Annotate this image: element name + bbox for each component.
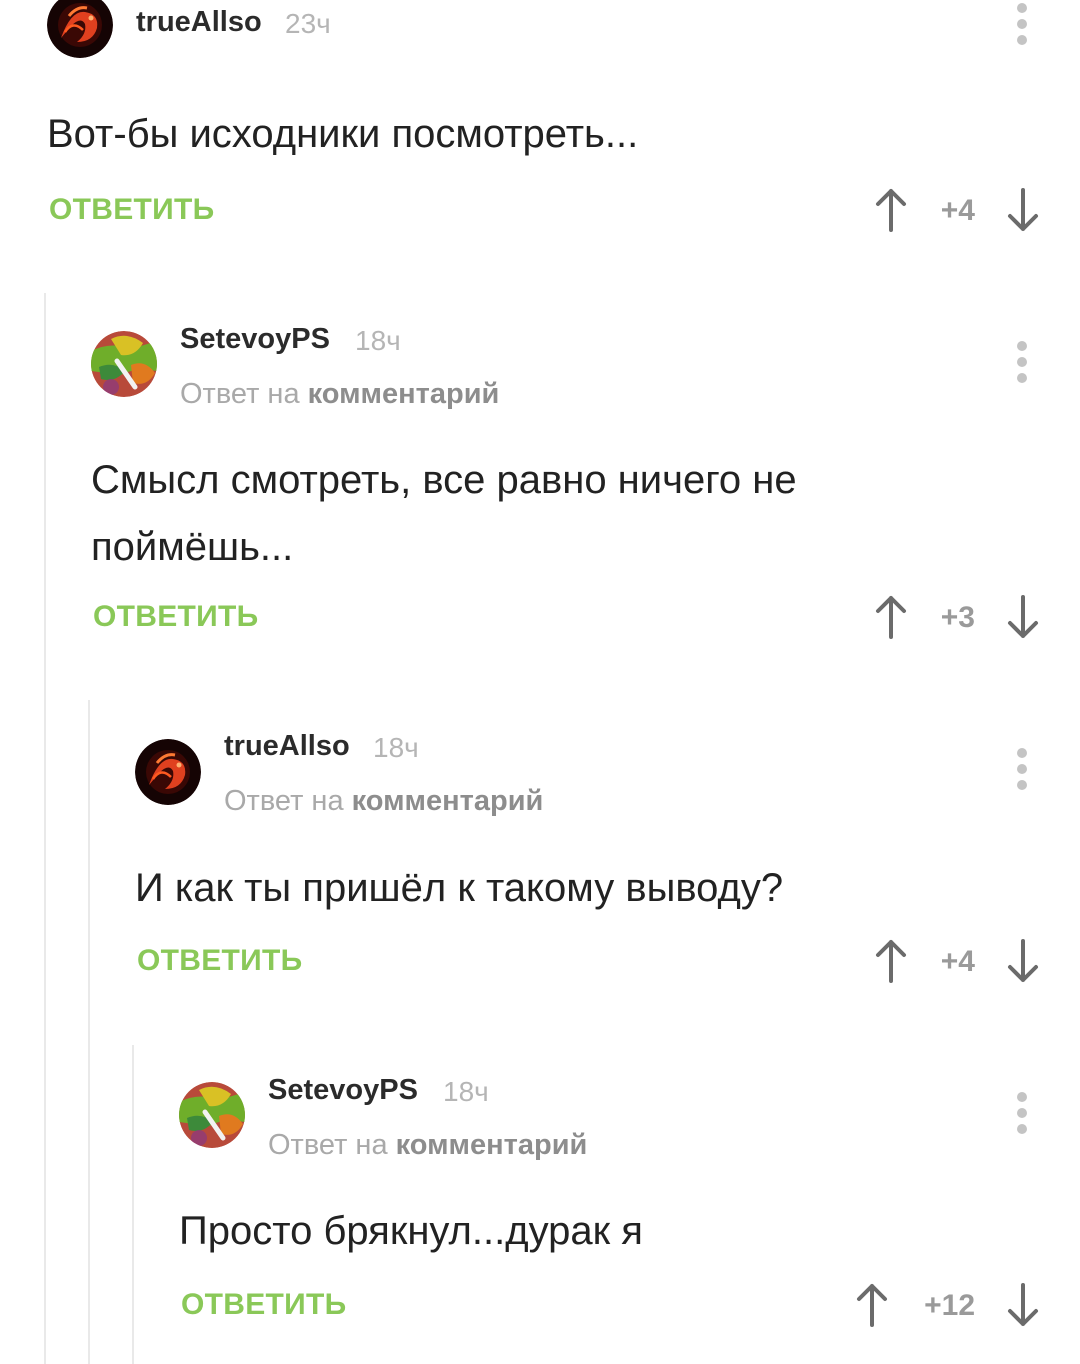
- author-name[interactable]: trueAllso: [136, 6, 262, 39]
- reply-to-prefix: Ответ на: [268, 1129, 388, 1161]
- comment-time: 18ч: [373, 732, 419, 763]
- comment: trueAllso 23ч Вот-бы исходники посмотрет…: [47, 0, 1080, 252]
- thread-line: [132, 1045, 134, 1364]
- comment-text: И как ты пришёл к такому выводу?: [135, 866, 784, 910]
- reply-to-prefix: Ответ на: [224, 785, 344, 817]
- author-name[interactable]: trueAllso: [224, 730, 350, 763]
- arrow-up-icon[interactable]: [875, 595, 907, 639]
- comment: trueAllso 18ч Ответ на комментарий И как…: [135, 730, 1080, 989]
- rating-value: +4: [940, 945, 975, 978]
- comment-text: Вот-бы исходники посмотреть...: [47, 112, 639, 156]
- reply-button[interactable]: ОТВЕТИТЬ: [137, 944, 303, 978]
- reply-button[interactable]: ОТВЕТИТЬ: [93, 600, 259, 634]
- rating-value: +3: [940, 601, 975, 634]
- reply-button[interactable]: ОТВЕТИТЬ: [181, 1288, 347, 1322]
- dragon-avatar-icon[interactable]: [135, 739, 201, 805]
- rating-value: +4: [940, 194, 975, 227]
- more-options-icon[interactable]: [1012, 340, 1032, 384]
- reply-to-link[interactable]: комментарий: [352, 785, 544, 817]
- thread-line: [44, 293, 46, 1364]
- comment-text-line: Смысл смотреть, все равно ничего не: [91, 458, 797, 502]
- comment-time: 18ч: [355, 325, 401, 356]
- arrow-up-icon[interactable]: [875, 188, 907, 232]
- leaf-avatar-icon[interactable]: [179, 1082, 245, 1148]
- reply-to-info: Ответ на комментарий: [180, 378, 499, 411]
- reply-to-link[interactable]: комментарий: [396, 1129, 588, 1161]
- arrow-up-icon[interactable]: [856, 1283, 888, 1327]
- reply-button[interactable]: ОТВЕТИТЬ: [49, 193, 215, 227]
- reply-to-info: Ответ на комментарий: [224, 785, 543, 818]
- comment-time: 23ч: [285, 8, 331, 39]
- author-name[interactable]: SetevoyPS: [268, 1074, 418, 1107]
- arrow-down-icon[interactable]: [1007, 939, 1039, 983]
- arrow-down-icon[interactable]: [1007, 1283, 1039, 1327]
- rating-value: +12: [924, 1289, 975, 1322]
- comment-text: Смысл смотреть, все равно ничего не пойм…: [91, 447, 797, 581]
- comment: SetevoyPS 18ч Ответ на комментарий Прост…: [179, 1074, 1080, 1342]
- leaf-avatar-icon[interactable]: [91, 331, 157, 397]
- dragon-avatar-icon[interactable]: [47, 0, 113, 58]
- arrow-down-icon[interactable]: [1007, 188, 1039, 232]
- comment-text: Просто брякнул...дурак я: [179, 1209, 643, 1253]
- more-options-icon[interactable]: [1012, 1091, 1032, 1135]
- arrow-up-icon[interactable]: [875, 939, 907, 983]
- more-options-icon[interactable]: [1012, 747, 1032, 791]
- thread-line: [88, 700, 90, 1364]
- reply-to-info: Ответ на комментарий: [268, 1129, 587, 1162]
- reply-to-link[interactable]: комментарий: [308, 378, 500, 410]
- comment-text-line: поймёшь...: [91, 525, 294, 569]
- comment-time: 18ч: [443, 1076, 489, 1107]
- reply-to-prefix: Ответ на: [180, 378, 300, 410]
- comment: SetevoyPS 18ч Ответ на комментарий Смысл…: [91, 323, 1080, 639]
- more-options-icon[interactable]: [1012, 2, 1032, 46]
- author-name[interactable]: SetevoyPS: [180, 323, 330, 356]
- arrow-down-icon[interactable]: [1007, 595, 1039, 639]
